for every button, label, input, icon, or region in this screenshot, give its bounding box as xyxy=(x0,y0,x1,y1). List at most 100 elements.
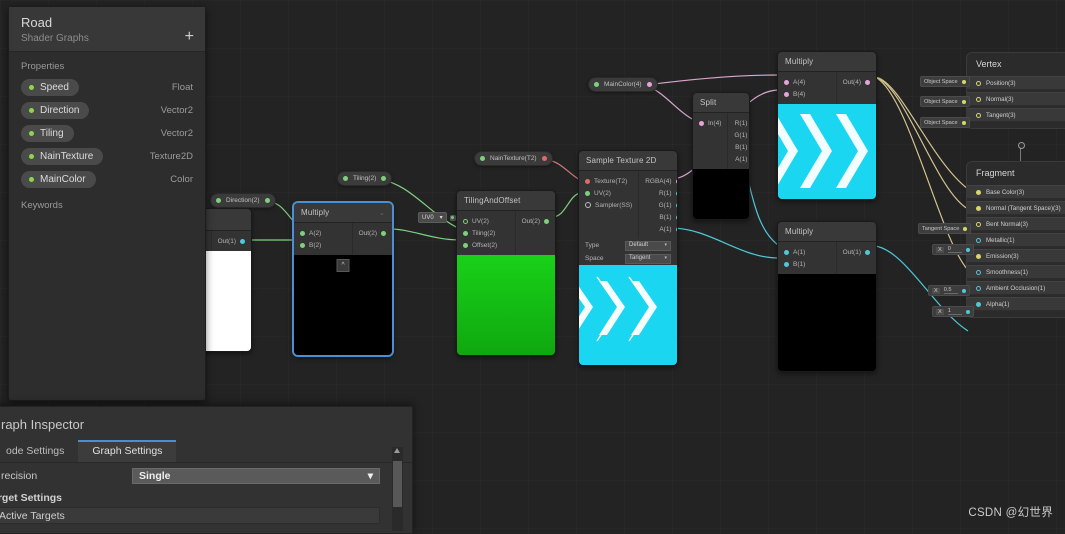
block-row-metallic[interactable]: Metallic(1) xyxy=(967,233,1065,247)
port-dot-out[interactable] xyxy=(646,82,652,87)
default-value-tag-smoothness[interactable]: X 0.5 xyxy=(928,285,970,296)
block-row-smoothness[interactable]: Smoothness(1) xyxy=(967,265,1065,279)
output-port[interactable]: Out(1) xyxy=(837,246,876,258)
type-dropdown[interactable]: Default ▾ xyxy=(625,240,671,251)
output-port[interactable]: R(1) xyxy=(728,117,749,129)
block-port-dot[interactable] xyxy=(976,80,981,86)
port-dot[interactable] xyxy=(784,79,789,85)
add-property-button[interactable]: + xyxy=(185,29,194,45)
input-port[interactable]: A(4) xyxy=(778,76,836,88)
port-dot[interactable] xyxy=(585,202,591,208)
block-row-ambient-occlusion[interactable]: Ambient Occlusion(1) xyxy=(967,281,1065,295)
input-port[interactable]: B(2) xyxy=(294,239,352,251)
default-value-tag-metallic[interactable]: X 0 xyxy=(932,244,974,255)
port-dot[interactable] xyxy=(675,202,677,208)
graph-inspector-panel[interactable]: raph Inspector ode Settings Graph Settin… xyxy=(0,406,413,534)
port-dot[interactable] xyxy=(675,226,677,232)
property-node-maincolor[interactable]: MainColor(4) xyxy=(588,77,658,92)
output-port[interactable]: G(1) xyxy=(728,129,749,141)
input-port[interactable]: UV(2) xyxy=(579,187,638,199)
inspector-scrollbar[interactable] xyxy=(392,447,403,531)
property-row-maincolor[interactable]: MainColor Color xyxy=(9,168,205,191)
default-value-tag-ambient-occlusion[interactable]: X 1 xyxy=(932,306,974,317)
property-row-direction[interactable]: Direction Vector2 xyxy=(9,99,205,122)
default-value-number[interactable]: 1 xyxy=(947,308,962,315)
output-port[interactable]: Out(2) xyxy=(353,227,392,239)
port-dot[interactable] xyxy=(675,214,677,220)
space-dropdown[interactable]: Tangent ▾ xyxy=(625,253,671,264)
block-port-dot[interactable] xyxy=(976,269,981,275)
input-port[interactable]: Texture(T2) xyxy=(579,175,638,187)
default-value-tag-bent-normal[interactable]: Tangent Space xyxy=(918,223,972,234)
port-dot[interactable] xyxy=(300,230,305,236)
default-value-number[interactable]: 0.5 xyxy=(943,287,958,294)
property-row-naintexture[interactable]: NainTexture Texture2D xyxy=(9,145,205,168)
input-port[interactable]: A(1) xyxy=(778,246,836,258)
port-dot[interactable] xyxy=(240,238,245,244)
port-dot[interactable] xyxy=(544,218,549,224)
input-port[interactable]: Sampler(SS) xyxy=(579,199,638,211)
uv-out-port[interactable] xyxy=(449,214,456,221)
port-dot-out[interactable] xyxy=(264,198,270,203)
input-port[interactable]: In(4) xyxy=(693,117,727,129)
scroll-up-icon[interactable] xyxy=(394,448,400,453)
node-multiply-alpha[interactable]: Multiply A(1) B(1) Out(1) xyxy=(777,221,877,372)
port-dot[interactable] xyxy=(865,249,870,255)
port-dot[interactable] xyxy=(585,190,590,196)
port-dot[interactable] xyxy=(784,249,789,255)
tab-node-settings[interactable]: ode Settings xyxy=(0,440,78,462)
property-chip[interactable]: NainTexture xyxy=(21,148,104,165)
block-row-normal-tangent-space[interactable]: Normal (Tangent Space)(3) xyxy=(967,201,1065,215)
input-port[interactable]: Tiling(2) xyxy=(457,227,515,239)
property-node-naintexture[interactable]: NainTexture(T2) xyxy=(474,151,553,166)
port-dot[interactable] xyxy=(784,261,789,267)
output-port[interactable]: RGBA(4) xyxy=(639,175,677,187)
default-value-tag-position[interactable]: Object Space xyxy=(920,76,970,87)
input-port[interactable]: A(2) xyxy=(294,227,352,239)
block-row-emission[interactable]: Emission(3) xyxy=(967,249,1065,263)
property-chip[interactable]: Direction xyxy=(21,102,90,119)
port-dot[interactable] xyxy=(675,178,677,184)
block-port-dot[interactable] xyxy=(976,189,981,195)
port-dot[interactable] xyxy=(381,230,386,236)
chevron-down-icon[interactable]: ⌄ xyxy=(379,209,385,217)
block-port-dot[interactable] xyxy=(976,221,981,227)
output-port[interactable]: A(1) xyxy=(639,223,677,235)
node-uv[interactable]: UV0 ▾ xyxy=(418,212,456,223)
output-port[interactable]: G(1) xyxy=(639,199,677,211)
tab-graph-settings[interactable]: Graph Settings xyxy=(78,440,177,462)
block-port-dot[interactable] xyxy=(976,285,981,291)
block-port-dot[interactable] xyxy=(976,253,981,259)
active-targets-row[interactable]: Active Targets xyxy=(0,507,380,524)
node-setting-space[interactable]: Space Tangent ▾ xyxy=(579,252,677,265)
property-chip[interactable]: Speed xyxy=(21,79,79,96)
input-port[interactable]: B(4) xyxy=(778,88,836,100)
port-dot[interactable] xyxy=(675,190,677,196)
output-port[interactable]: B(1) xyxy=(728,141,749,153)
output-port[interactable]: Out(1) xyxy=(212,235,251,247)
block-port-dot[interactable] xyxy=(976,112,981,118)
blackboard-panel[interactable]: Road Shader Graphs + Properties Speed Fl… xyxy=(8,6,206,401)
property-chip[interactable]: Tiling xyxy=(21,125,74,142)
default-value-tag-normal[interactable]: Object Space xyxy=(920,96,970,107)
output-port[interactable]: Out(4) xyxy=(837,76,876,88)
precision-dropdown[interactable]: Single ▾ xyxy=(132,468,380,484)
block-port-dot[interactable] xyxy=(976,301,981,307)
property-node-direction[interactable]: Direction(2) xyxy=(210,193,276,208)
block-row-normal[interactable]: Normal(3) xyxy=(967,92,1065,106)
master-node-vertex[interactable]: Vertex Position(3) Normal(3) Tangent(3) xyxy=(966,52,1065,129)
output-port[interactable]: Out(2) xyxy=(516,215,555,227)
block-row-bent-normal[interactable]: Bent Normal(3) xyxy=(967,217,1065,231)
node-sample-texture-2d[interactable]: Sample Texture 2D Texture(T2) UV(2) Samp… xyxy=(578,150,678,366)
input-port[interactable]: Offset(2) xyxy=(457,239,515,251)
master-node-fragment[interactable]: Fragment Base Color(3) Normal (Tangent S… xyxy=(966,161,1065,318)
block-port-dot[interactable] xyxy=(976,237,981,243)
property-row-speed[interactable]: Speed Float xyxy=(9,76,205,99)
port-dot[interactable] xyxy=(463,230,468,236)
port-dot-out[interactable] xyxy=(381,176,387,181)
port-dot[interactable] xyxy=(463,242,468,248)
node-split[interactable]: Split In(4) R(1) G(1) B(1) A(1) xyxy=(692,92,750,220)
output-port[interactable]: A(1) xyxy=(728,153,749,165)
preview-collapse-button[interactable]: ^ xyxy=(336,259,350,272)
block-port-dot[interactable] xyxy=(976,96,981,102)
